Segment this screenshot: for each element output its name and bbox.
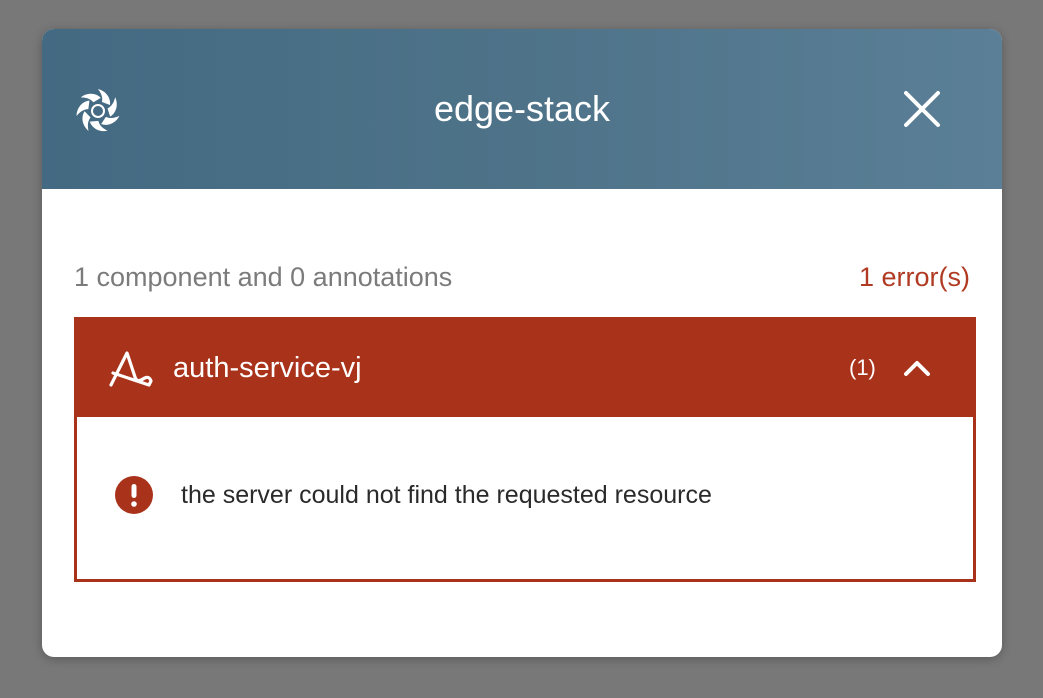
summary-text: 1 component and 0 annotations <box>74 262 453 292</box>
close-icon <box>904 91 940 127</box>
dialog-header: edge-stack <box>42 29 1002 189</box>
chevron-up-icon[interactable] <box>901 352 933 384</box>
component-error-count: (1) <box>849 355 876 380</box>
component-header[interactable]: auth-service-vj (1) <box>77 320 973 417</box>
close-button[interactable] <box>898 85 946 133</box>
component-panel: auth-service-vj (1) the server could not… <box>74 317 976 582</box>
error-dialog: edge-stack 1 component and 0 annotations… <box>42 29 1002 657</box>
component-name: auth-service-vj <box>173 352 362 384</box>
error-message: the server could not find the requested … <box>181 481 712 509</box>
ambassador-service-icon <box>109 351 153 387</box>
error-count: 1 error(s) <box>858 262 970 292</box>
error-alert-icon <box>115 476 153 514</box>
component-errors: the server could not find the requested … <box>77 417 973 579</box>
dialog-title: edge-stack <box>433 88 611 129</box>
